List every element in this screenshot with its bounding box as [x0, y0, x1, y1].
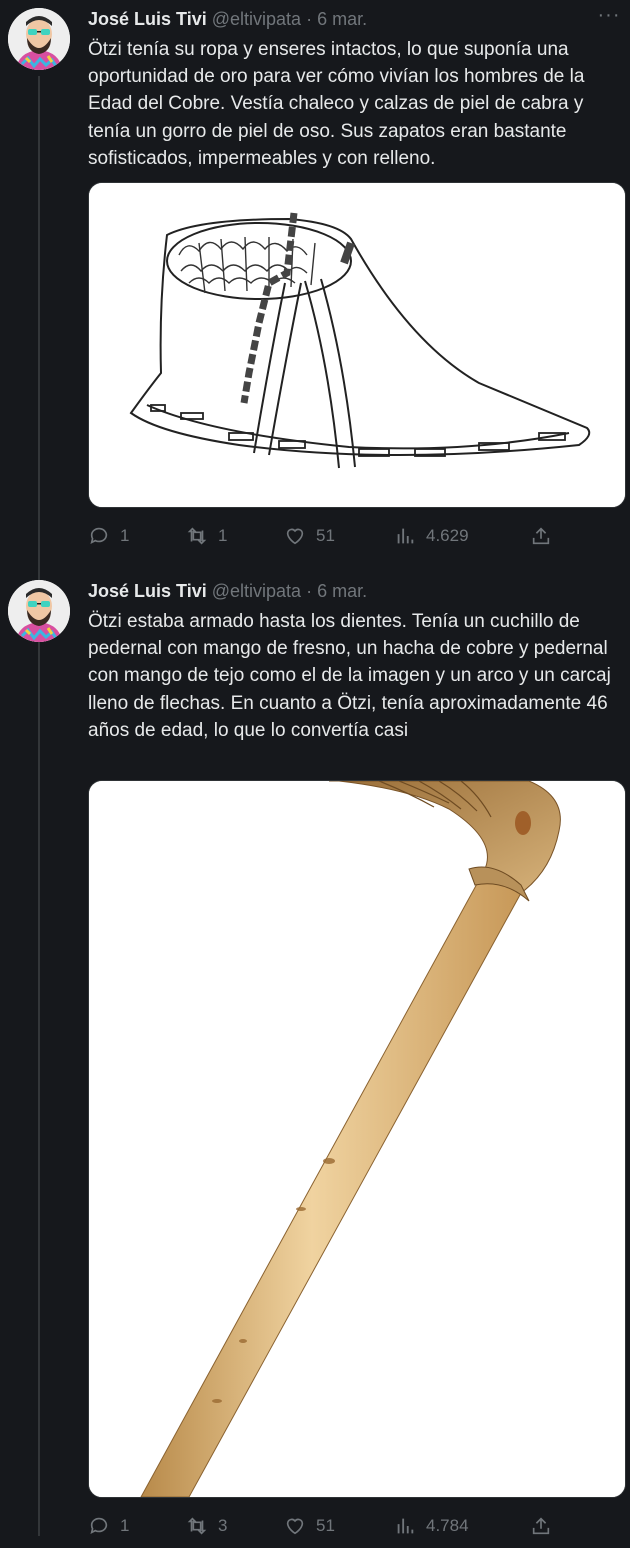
avatar[interactable] — [8, 8, 70, 70]
share-icon — [532, 1517, 550, 1535]
tweet-header: José Luis Tivi @eltivipata · 6 mar. — [88, 580, 610, 602]
reply-count: 1 — [120, 1516, 130, 1535]
reply-icon — [90, 527, 108, 544]
separator-dot: · — [306, 581, 313, 601]
retweet-icon — [187, 1517, 207, 1535]
like-button[interactable]: 51 — [284, 522, 335, 550]
author-handle[interactable]: @eltivipata — [212, 9, 301, 29]
tweet-actions: 1 3 51 4.784 — [88, 1512, 568, 1540]
reply-count: 1 — [120, 526, 130, 545]
heart-icon — [286, 528, 304, 545]
tweet-text: Ötzi tenía su ropa y enseres intactos, l… — [88, 39, 585, 169]
reply-icon — [90, 1517, 108, 1534]
author-handle[interactable]: @eltivipata — [212, 581, 301, 601]
like-button[interactable]: 51 — [284, 1512, 335, 1540]
share-button[interactable] — [530, 522, 562, 550]
shoe-drawing-image — [89, 183, 625, 507]
tweet-header: José Luis Tivi @eltivipata · 6 mar. — [88, 8, 610, 30]
retweet-button[interactable]: 1 — [186, 522, 227, 550]
tweet-media-image[interactable] — [88, 780, 626, 1498]
tweet-actions: 1 1 51 4.629 — [88, 522, 568, 550]
tweet-text: Ötzi estaba armado hasta los dientes. Te… — [88, 611, 611, 741]
axe-handle-image — [89, 781, 625, 1497]
retweet-count: 1 — [218, 526, 228, 545]
avatar-illustration-icon — [8, 8, 70, 70]
author-name[interactable]: José Luis Tivi — [88, 581, 207, 601]
share-icon — [532, 527, 550, 545]
reply-button[interactable]: 1 — [88, 522, 129, 550]
views-chart-icon — [397, 1518, 414, 1534]
avatar-illustration-icon — [8, 580, 70, 642]
retweet-icon — [187, 527, 207, 545]
share-button[interactable] — [530, 1512, 562, 1540]
like-count: 51 — [316, 1516, 335, 1535]
avatar[interactable] — [8, 580, 70, 642]
like-count: 51 — [316, 526, 335, 545]
retweet-count: 3 — [218, 1516, 228, 1535]
tweet[interactable]: José Luis Tivi @eltivipata · 6 mar. Ötzi… — [0, 572, 630, 1548]
retweet-button[interactable]: 3 — [186, 1512, 227, 1540]
views-button[interactable]: 4.784 — [394, 1512, 469, 1540]
views-count: 4.629 — [426, 526, 469, 545]
author-name[interactable]: José Luis Tivi — [88, 9, 207, 29]
tweet-date[interactable]: 6 mar. — [317, 581, 367, 601]
reply-button[interactable]: 1 — [88, 1512, 129, 1540]
tweet-date[interactable]: 6 mar. — [317, 9, 367, 29]
tweet[interactable]: José Luis Tivi @eltivipata · 6 mar. ··· … — [0, 0, 630, 560]
views-count: 4.784 — [426, 1516, 469, 1535]
separator-dot: · — [306, 9, 313, 29]
views-chart-icon — [397, 528, 414, 544]
tweet-media-image[interactable] — [88, 182, 626, 508]
views-button[interactable]: 4.629 — [394, 522, 469, 550]
heart-icon — [286, 1518, 304, 1535]
more-options-icon[interactable]: ··· — [596, 5, 622, 30]
